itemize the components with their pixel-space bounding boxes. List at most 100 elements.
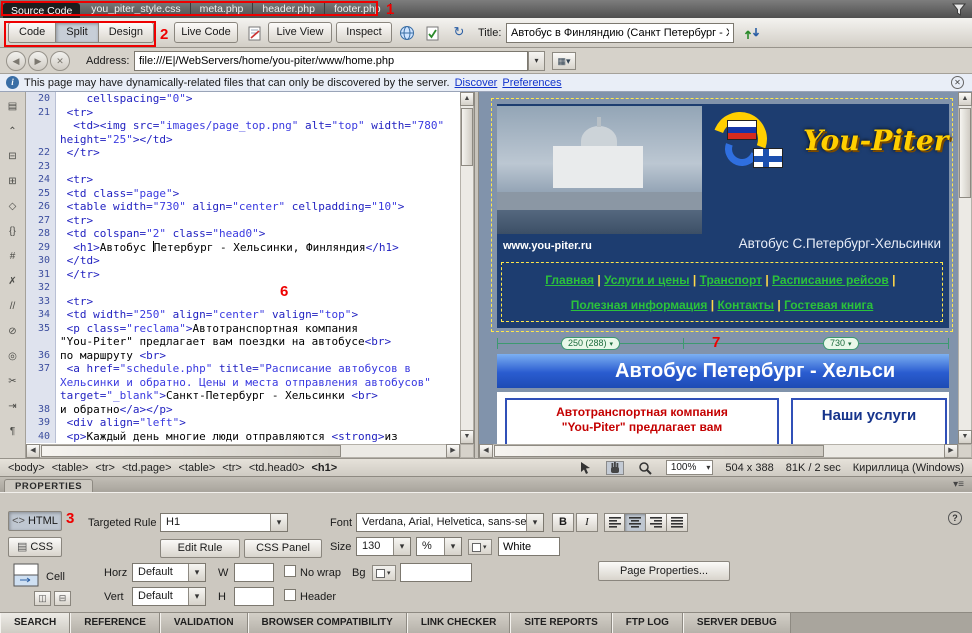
code-text[interactable]: target="_blank">Санкт-Петербург - Хельси… <box>56 389 460 403</box>
highlight-invalid-code-icon[interactable]: ✗ <box>3 271 23 292</box>
bottom-tab-link-checker[interactable]: LINK CHECKER <box>407 613 511 633</box>
scroll-down-icon[interactable]: ▼ <box>958 430 972 444</box>
refresh-design-view-icon[interactable]: ↻ <box>450 23 468 41</box>
code-text[interactable]: <table width="730" align="center" cellpa… <box>56 200 460 214</box>
table-width-menu[interactable]: 730▾ <box>823 337 859 350</box>
address-input[interactable] <box>134 51 528 71</box>
horz-select[interactable]: Default <box>132 563 206 582</box>
recent-snippets-icon[interactable]: ✂ <box>3 371 23 392</box>
code-text[interactable]: по маршруту <br> <box>56 349 460 363</box>
scroll-left-icon[interactable]: ◀ <box>26 444 40 458</box>
tag-selector-item[interactable]: <tr> <box>95 462 115 474</box>
bottom-tab-ftp-log[interactable]: FTP LOG <box>612 613 683 633</box>
format-source-code-icon[interactable]: ¶ <box>3 421 23 442</box>
expand-all-icon[interactable]: ⊞ <box>3 171 23 192</box>
code-view[interactable]: 20 cellspacing="0">21 <tr> <td><img src=… <box>26 92 460 444</box>
filter-related-files-icon[interactable] <box>952 3 966 19</box>
code-text[interactable]: и обратно</a></p> <box>56 403 460 417</box>
font-select[interactable]: Verdana, Arial, Helvetica, sans-serif <box>356 513 544 532</box>
scroll-right-icon[interactable]: ▶ <box>944 444 958 458</box>
related-file-tab[interactable]: footer.php <box>325 3 391 15</box>
bg-color-swatch[interactable]: ▾ <box>372 565 396 581</box>
tag-selector-item[interactable]: <td.page> <box>122 462 172 474</box>
align-justify-button[interactable] <box>667 513 688 532</box>
validate-markup-icon[interactable] <box>424 24 442 42</box>
site-header-area[interactable]: You-Piter www.you-piter.ru Автобус С.Пет… <box>497 104 949 328</box>
address-options-icon[interactable]: ▦▾ <box>552 52 576 70</box>
merge-cells-icon[interactable]: ◫ <box>34 591 51 606</box>
no-wrap-checkbox[interactable] <box>284 565 296 577</box>
site-url[interactable]: www.you-piter.ru <box>503 240 592 252</box>
cell-height-input[interactable] <box>234 587 274 606</box>
title-input[interactable] <box>506 23 734 43</box>
tag-selector-item[interactable]: <body> <box>8 462 45 474</box>
code-hscroll-thumb[interactable] <box>41 445 341 457</box>
forward-icon[interactable]: ▶ <box>28 51 48 71</box>
code-text[interactable]: <p class="reclama">Автотранспортная комп… <box>56 322 460 336</box>
code-text[interactable]: cellspacing="0"> <box>56 92 460 106</box>
code-text[interactable]: <div align="left"> <box>56 416 460 430</box>
code-text[interactable]: </tr> <box>56 146 460 160</box>
code-text[interactable]: <tr> <box>56 106 460 120</box>
bottom-tab-site-reports[interactable]: SITE REPORTS <box>510 613 611 633</box>
bottom-tab-server-debug[interactable]: SERVER DEBUG <box>683 613 791 633</box>
code-text[interactable]: height="25"></td> <box>56 133 460 147</box>
related-file-tab[interactable]: meta.php <box>191 3 254 15</box>
panel-menu-icon[interactable]: ▾≡ <box>953 479 964 490</box>
inspect-button[interactable]: Inspect <box>336 22 392 43</box>
bottom-tab-search[interactable]: SEARCH <box>0 613 70 633</box>
design-view[interactable]: You-Piter www.you-piter.ru Автобус С.Пет… <box>479 92 958 444</box>
collapse-selection-icon[interactable]: ⊟ <box>3 146 23 167</box>
nav-link[interactable]: Полезная информация <box>571 298 708 312</box>
page-properties-button[interactable]: Page Properties... <box>598 561 730 581</box>
code-text[interactable]: "You-Piter" предлагает вам поездки на ав… <box>56 335 460 349</box>
tag-selector-item[interactable]: <table> <box>179 462 216 474</box>
code-text[interactable]: Хельсинки и обратно. Цены и места отправ… <box>56 376 460 390</box>
source-code-tab[interactable]: Source Code <box>3 3 80 18</box>
view-button-design[interactable]: Design <box>98 22 154 43</box>
view-button-split[interactable]: Split <box>55 22 97 43</box>
open-documents-icon[interactable]: ▤ <box>3 96 23 117</box>
file-management-icon[interactable] <box>742 24 764 42</box>
tag-selector-item[interactable]: <table> <box>52 462 89 474</box>
collapse-full-tag-icon[interactable]: ⌃ <box>3 121 23 142</box>
code-vscroll-thumb[interactable] <box>461 108 473 166</box>
code-text[interactable]: <td class="page"> <box>56 187 460 201</box>
code-text[interactable]: </tr> <box>56 268 460 282</box>
check-browser-compatibility-icon[interactable] <box>246 24 264 42</box>
scroll-right-icon[interactable]: ▶ <box>446 444 460 458</box>
close-info-bar-icon[interactable]: ✕ <box>951 76 964 89</box>
balance-braces-icon[interactable]: {} <box>3 221 23 242</box>
address-dropdown-icon[interactable]: ▾ <box>528 51 545 71</box>
stop-icon[interactable]: ✕ <box>50 51 70 71</box>
back-icon[interactable]: ◀ <box>6 51 26 71</box>
split-cell-icon[interactable]: ⊟ <box>54 591 71 606</box>
help-icon[interactable]: ? <box>948 511 962 525</box>
scroll-up-icon[interactable]: ▲ <box>460 92 474 106</box>
css-panel-button[interactable]: CSS Panel <box>244 539 322 558</box>
column-width-menu[interactable]: 250 (288)▾ <box>561 337 620 350</box>
cell-width-input[interactable] <box>234 563 274 582</box>
bottom-tab-reference[interactable]: REFERENCE <box>70 613 160 633</box>
code-text[interactable]: <p>Каждый день многие люди отправляются … <box>56 430 460 444</box>
nav-link[interactable]: Транспорт <box>700 273 762 287</box>
services-cell[interactable]: Наши услуги <box>791 398 947 444</box>
text-color-swatch[interactable]: ▾ <box>468 539 492 555</box>
zoom-tool-icon[interactable] <box>636 461 654 475</box>
indent-code-icon[interactable]: ⇥ <box>3 396 23 417</box>
vert-select[interactable]: Default <box>132 587 206 606</box>
design-vscroll-thumb[interactable] <box>959 108 971 198</box>
italic-button[interactable]: I <box>576 513 598 532</box>
size-unit-select[interactable]: % <box>416 537 462 556</box>
nav-link[interactable]: Гостевая книга <box>784 298 873 312</box>
text-color-input[interactable] <box>498 537 560 556</box>
nav-link[interactable]: Главная <box>545 273 594 287</box>
design-hscroll-thumb[interactable] <box>494 445 824 457</box>
code-text[interactable]: <a href="schedule.php" title="Расписание… <box>56 362 460 376</box>
tag-selector-item[interactable]: <h1> <box>312 462 338 474</box>
size-select[interactable]: 130 <box>356 537 411 556</box>
bottom-tab-browser-compatibility[interactable]: BROWSER COMPATIBILITY <box>248 613 407 633</box>
html-mode-button[interactable]: <> HTML <box>8 511 62 531</box>
select-parent-tag-icon[interactable]: ◇ <box>3 196 23 217</box>
page-heading-bar[interactable]: Автобус Петербург - Хельси <box>497 354 949 388</box>
